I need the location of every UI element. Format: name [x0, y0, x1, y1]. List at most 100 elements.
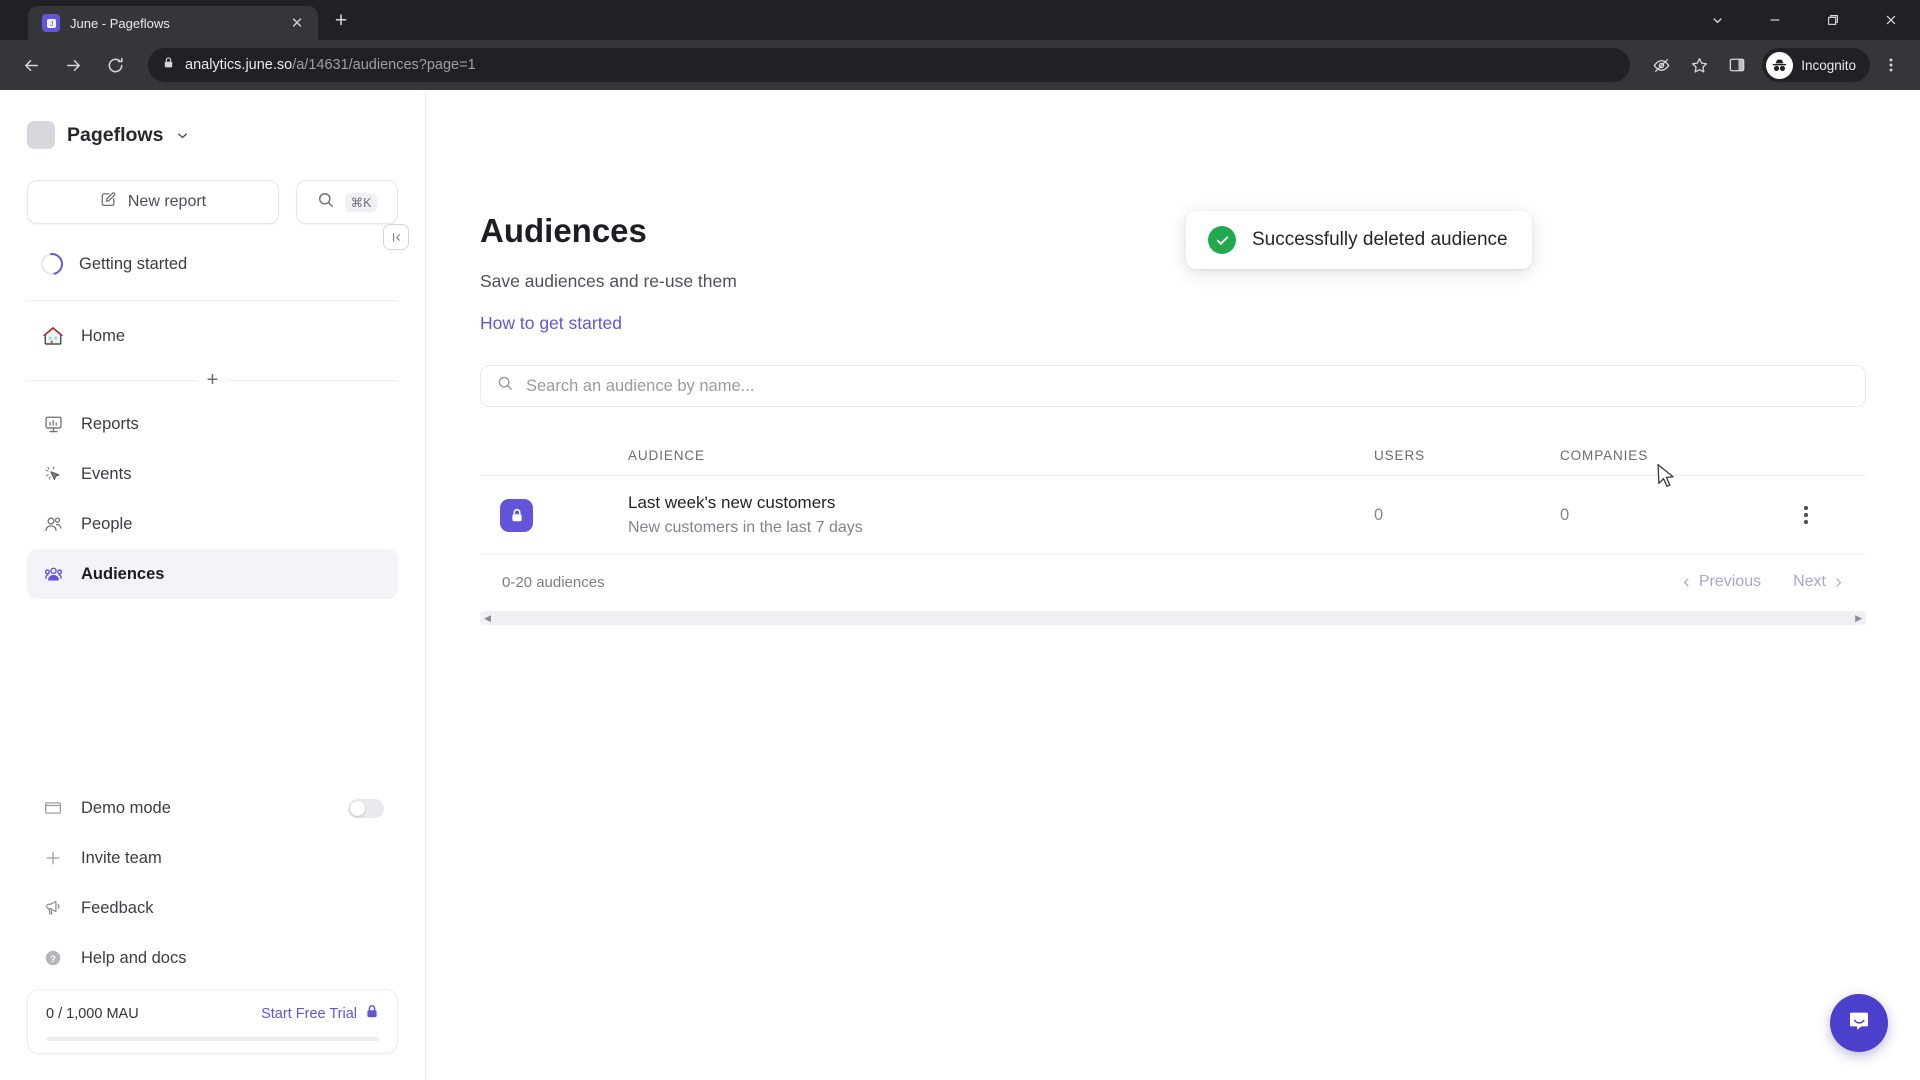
- home-icon: [41, 325, 65, 347]
- search-placeholder: Search an audience by name...: [526, 376, 755, 395]
- audience-search-input[interactable]: Search an audience by name...: [480, 365, 1866, 407]
- audience-count-label: 0-20 audiences: [502, 573, 605, 591]
- search-shortcut: ⌘K: [344, 192, 378, 212]
- sidebar-item-label: Help and docs: [81, 948, 187, 967]
- next-page-button[interactable]: Next: [1793, 573, 1844, 591]
- reports-icon: [41, 414, 65, 435]
- sidebar-item-invite-team[interactable]: Invite team: [27, 833, 398, 883]
- megaphone-icon: [41, 898, 65, 918]
- horizontal-scrollbar[interactable]: ◀ ▶: [480, 611, 1866, 625]
- sidebar-item-label: Feedback: [81, 898, 154, 917]
- minimize-icon[interactable]: [1746, 0, 1804, 40]
- incognito-icon: [1766, 51, 1794, 79]
- chevron-down-icon[interactable]: [1688, 0, 1746, 40]
- row-icon-cell: [480, 498, 628, 532]
- people-icon: [41, 514, 65, 535]
- url-path: /a/14631/audiences?page=1: [292, 57, 476, 73]
- svg-text:J: J: [49, 21, 53, 28]
- browser-tab[interactable]: J June - Pageflows ✕: [28, 6, 318, 40]
- events-cursor-icon: [41, 464, 65, 485]
- collapse-sidebar-icon[interactable]: [383, 224, 409, 250]
- mau-cta-group[interactable]: Start Free Trial: [261, 1004, 379, 1024]
- address-bar[interactable]: analytics.june.so/a/14631/audiences?page…: [148, 48, 1631, 82]
- sidebar-item-audiences[interactable]: Audiences: [27, 549, 398, 599]
- tracking-protection-icon[interactable]: [1644, 48, 1678, 82]
- mau-count: 0 / 1,000 MAU: [46, 1006, 139, 1022]
- divider-line-left: [27, 379, 198, 381]
- scroll-right-arrow-icon[interactable]: ▶: [1855, 613, 1862, 624]
- getting-started-label: Getting started: [79, 254, 188, 273]
- workspace-logo: [27, 121, 55, 149]
- intercom-chat-icon: [1845, 1007, 1873, 1040]
- sidebar-item-home[interactable]: Home: [27, 311, 398, 361]
- sidebar-item-demo-mode[interactable]: Demo mode: [27, 783, 398, 833]
- new-tab-button[interactable]: +: [324, 4, 358, 38]
- how-to-get-started-link[interactable]: How to get started: [480, 313, 622, 334]
- audience-description: New customers in the last 7 days: [628, 519, 863, 536]
- audience-users-count: 0: [1374, 505, 1384, 524]
- page-title: Audiences: [480, 212, 647, 249]
- bookmark-star-icon[interactable]: [1682, 48, 1716, 82]
- url-text: analytics.june.so/a/14631/audiences?page…: [185, 57, 476, 73]
- help-circle-icon: ?: [41, 948, 65, 968]
- sidebar-item-getting-started[interactable]: Getting started: [27, 238, 398, 290]
- close-icon[interactable]: ✕: [286, 12, 308, 34]
- window-controls: [1688, 0, 1920, 40]
- sidebar-item-label: Demo mode: [81, 798, 171, 817]
- scroll-left-arrow-icon[interactable]: ◀: [484, 613, 491, 624]
- reload-icon[interactable]: [96, 46, 134, 84]
- mau-progress-bar: [46, 1037, 379, 1041]
- lock-icon: [365, 1004, 379, 1024]
- browser-toolbar: analytics.june.so/a/14631/audiences?page…: [0, 40, 1920, 90]
- search-icon: [317, 191, 335, 214]
- workspace-switcher[interactable]: Pageflows: [27, 104, 398, 166]
- maximize-icon[interactable]: [1804, 0, 1862, 40]
- column-header-companies: COMPANIES: [1560, 447, 1649, 463]
- close-window-icon[interactable]: [1862, 0, 1920, 40]
- workspace-name: Pageflows: [67, 123, 164, 146]
- sidebar: Pageflows New report ⌘K Getting started …: [0, 90, 426, 1080]
- row-menu-cell: [1746, 506, 1866, 524]
- sidebar-item-events[interactable]: Events: [27, 449, 398, 499]
- url-host: analytics.june.so: [185, 57, 293, 73]
- progress-ring-icon: [36, 248, 68, 280]
- new-report-label: New report: [127, 193, 207, 210]
- kebab-menu-icon[interactable]: [1804, 506, 1808, 524]
- column-header-users: USERS: [1374, 447, 1426, 463]
- audience-companies-count: 0: [1560, 505, 1570, 524]
- sidebar-item-feedback[interactable]: Feedback: [27, 883, 398, 933]
- mau-top-row: 0 / 1,000 MAU Start Free Trial: [46, 1004, 379, 1024]
- mouse-cursor: [1656, 463, 1678, 496]
- sidebar-item-label: Home: [81, 326, 126, 345]
- three-dot-menu-icon[interactable]: [1874, 48, 1908, 82]
- plus-icon[interactable]: +: [198, 370, 228, 390]
- sidebar-item-people[interactable]: People: [27, 499, 398, 549]
- page-subtitle: Save audiences and re-use them: [480, 271, 737, 291]
- sidebar-divider-1: [27, 300, 398, 301]
- intercom-chat-button[interactable]: [1830, 994, 1888, 1052]
- sidebar-divider-add: +: [27, 370, 398, 390]
- tab-title: June - Pageflows: [70, 15, 170, 31]
- start-free-trial-link[interactable]: Start Free Trial: [261, 1006, 357, 1022]
- sidebar-lower-nav: Demo mode Invite team Feedback ? Help an…: [27, 783, 398, 983]
- search-button[interactable]: ⌘K: [296, 180, 398, 224]
- sidebar-item-help-and-docs[interactable]: ? Help and docs: [27, 933, 398, 983]
- tab-strip: J June - Pageflows ✕ +: [0, 0, 1920, 40]
- previous-page-button[interactable]: Previous: [1681, 573, 1761, 591]
- plus-icon: [41, 848, 65, 868]
- back-arrow-icon[interactable]: [12, 46, 50, 84]
- new-report-button[interactable]: New report: [27, 180, 279, 224]
- sidebar-item-reports[interactable]: Reports: [27, 399, 398, 449]
- previous-label: Previous: [1698, 573, 1762, 590]
- column-header-audience: AUDIENCE: [628, 447, 705, 463]
- demo-mode-toggle[interactable]: [348, 798, 384, 818]
- side-panel-icon[interactable]: [1720, 48, 1754, 82]
- demo-mode-icon: [41, 798, 65, 818]
- profile-incognito-button[interactable]: Incognito: [1762, 48, 1870, 82]
- sidebar-item-label: People: [81, 514, 133, 533]
- mau-usage-card: 0 / 1,000 MAU Start Free Trial: [27, 989, 398, 1054]
- sidebar-item-label: Reports: [81, 414, 139, 433]
- row-name-cell: Last week's new customers New customers …: [628, 493, 1374, 537]
- forward-arrow-icon[interactable]: [54, 46, 92, 84]
- audiences-icon: [41, 564, 65, 585]
